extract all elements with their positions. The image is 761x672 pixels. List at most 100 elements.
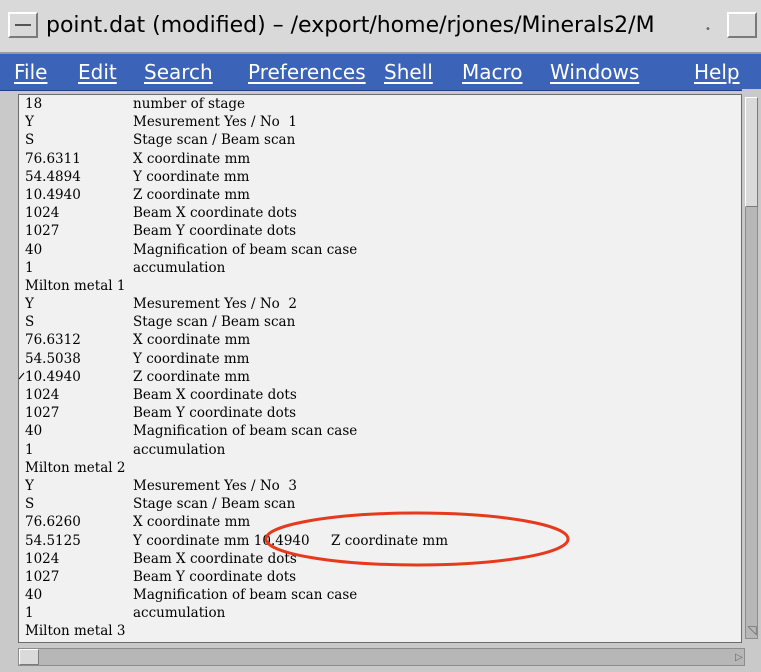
text-line[interactable]: 1027 Beam Y coordinate dots <box>25 222 737 240</box>
line-value: 54.5125 <box>25 532 81 549</box>
menu-windows[interactable]: Windows <box>550 54 639 90</box>
line-value: 1027 <box>25 405 60 422</box>
text-line[interactable]: 76.6312 X coordinate mm <box>25 331 737 349</box>
line-description: Beam Y coordinate dots <box>133 223 297 240</box>
line-description: X coordinate mm <box>133 150 251 167</box>
text-line[interactable]: 1 accumulation <box>25 441 737 459</box>
line-description: Beam Y coordinate dots <box>133 405 297 422</box>
text-line[interactable]: 54.4894 Y coordinate mm <box>25 168 737 186</box>
maximize-icon[interactable] <box>727 12 757 38</box>
line-value: 40 <box>25 423 43 440</box>
line-value: 1024 <box>25 205 60 222</box>
text-line[interactable]: 18 number of stage <box>25 95 737 113</box>
line-value: Milton metal 3 <box>25 623 126 640</box>
line-value: Y <box>25 114 34 131</box>
line-description: Z coordinate mm <box>133 368 250 385</box>
text-line[interactable]: 76.6311 X coordinate mm <box>25 150 737 168</box>
horizontal-scrollbar[interactable] <box>18 648 745 666</box>
line-value: 10.4940 <box>25 368 81 385</box>
vertical-scroll-thumb[interactable] <box>745 97 758 207</box>
menu-shell[interactable]: Shell <box>384 54 433 90</box>
line-value: 1027 <box>25 223 60 240</box>
menu-macro[interactable]: Macro <box>462 54 523 90</box>
text-line[interactable]: 1 accumulation <box>25 604 737 622</box>
text-line[interactable]: 54.5038 Y coordinate mm <box>25 350 737 368</box>
line-value: Y <box>25 477 34 494</box>
text-line[interactable]: Y Mesurement Yes / No 3 <box>25 477 737 495</box>
line-value: 1 <box>25 605 34 622</box>
menu-bar: File Edit Search Preferences Shell Macro… <box>0 53 761 91</box>
line-description: accumulation <box>133 441 226 458</box>
line-description: Magnification of beam scan case <box>133 241 358 258</box>
line-value: 1 <box>25 259 34 276</box>
line-description: Y coordinate mm <box>133 350 250 367</box>
text-line[interactable]: 40 Magnification of beam scan case <box>25 241 737 259</box>
editor-window: point.dat (modified) – /export/home/rjon… <box>0 0 761 672</box>
title-bar[interactable]: point.dat (modified) – /export/home/rjon… <box>0 0 761 53</box>
line-value: Y <box>25 296 34 313</box>
line-description: Stage scan / Beam scan <box>133 314 296 331</box>
line-value: 54.5038 <box>25 350 81 367</box>
line-description: Z coordinate mm <box>133 186 250 203</box>
line-value: Milton metal 2 <box>25 459 126 476</box>
window-menu-icon[interactable] <box>8 12 38 38</box>
line-description: Mesurement Yes / No 2 <box>133 296 297 313</box>
line-description: Beam Y coordinate dots <box>133 568 297 585</box>
text-line[interactable]: Y Mesurement Yes / No 1 <box>25 113 737 131</box>
text-line[interactable]: Milton metal 1 <box>25 277 737 295</box>
line-description: number of stage <box>133 96 246 112</box>
scroll-right-icon[interactable]: ▷ <box>735 652 747 664</box>
line-value: 1 <box>25 441 34 458</box>
text-line[interactable]: 1 accumulation <box>25 259 737 277</box>
line-value: 18 <box>25 96 43 112</box>
menu-help[interactable]: Help <box>694 54 740 90</box>
line-value: 1024 <box>25 550 60 567</box>
line-value: 40 <box>25 241 43 258</box>
annotation-ellipse <box>264 511 570 567</box>
menu-search[interactable]: Search <box>144 54 213 90</box>
menu-edit[interactable]: Edit <box>78 54 117 90</box>
resize-grip-icon[interactable]: ◹ <box>744 620 760 640</box>
line-value: 76.6311 <box>25 150 81 167</box>
line-value: S <box>25 314 35 331</box>
line-description: Mesurement Yes / No 1 <box>133 114 297 131</box>
line-value: 40 <box>25 587 43 604</box>
window-title: point.dat (modified) – /export/home/rjon… <box>46 13 655 38</box>
text-line[interactable]: 10.4940 Z coordinate mm <box>25 368 737 386</box>
line-value: S <box>25 132 35 149</box>
line-description: X coordinate mm <box>133 332 251 349</box>
text-line[interactable]: S Stage scan / Beam scan <box>25 313 737 331</box>
line-description: Magnification of beam scan case <box>133 423 358 440</box>
menu-file[interactable]: File <box>14 54 47 90</box>
line-description: Beam X coordinate dots <box>133 205 297 222</box>
line-description: Stage scan / Beam scan <box>133 132 296 149</box>
minimize-icon[interactable]: • <box>705 24 715 36</box>
text-line[interactable]: 10.4940 Z coordinate mm <box>25 186 737 204</box>
text-line[interactable]: 40 Magnification of beam scan case <box>25 586 737 604</box>
text-cursor-icon <box>18 372 25 380</box>
text-line[interactable]: 1027 Beam Y coordinate dots <box>25 568 737 586</box>
text-line[interactable]: S Stage scan / Beam scan <box>25 131 737 149</box>
horizontal-scroll-thumb[interactable] <box>19 649 39 665</box>
line-description: accumulation <box>133 259 226 276</box>
text-line[interactable]: 1027 Beam Y coordinate dots <box>25 404 737 422</box>
menu-preferences[interactable]: Preferences <box>248 54 366 90</box>
text-line[interactable]: 1024 Beam X coordinate dots <box>25 386 737 404</box>
line-value: 76.6260 <box>25 514 81 531</box>
line-description: Mesurement Yes / No 3 <box>133 477 297 494</box>
line-value: S <box>25 496 35 513</box>
line-value: 1024 <box>25 387 60 403</box>
text-line[interactable]: Milton metal 2 <box>25 459 737 477</box>
line-description: Beam X coordinate dots <box>133 387 297 403</box>
text-line[interactable]: 1024 Beam X coordinate dots <box>25 204 737 222</box>
text-line[interactable]: Milton metal 3 <box>25 622 737 640</box>
line-value: 54.4894 <box>25 168 81 185</box>
text-line[interactable]: Y Mesurement Yes / No 2 <box>25 295 737 313</box>
line-description: Y coordinate mm <box>133 168 250 185</box>
text-line[interactable]: 40 Magnification of beam scan case <box>25 422 737 440</box>
line-description: accumulation <box>133 605 226 622</box>
line-value: 76.6312 <box>25 332 81 349</box>
line-description: Magnification of beam scan case <box>133 587 358 604</box>
line-value: 10.4940 <box>25 186 81 203</box>
line-value: 1027 <box>25 568 60 585</box>
